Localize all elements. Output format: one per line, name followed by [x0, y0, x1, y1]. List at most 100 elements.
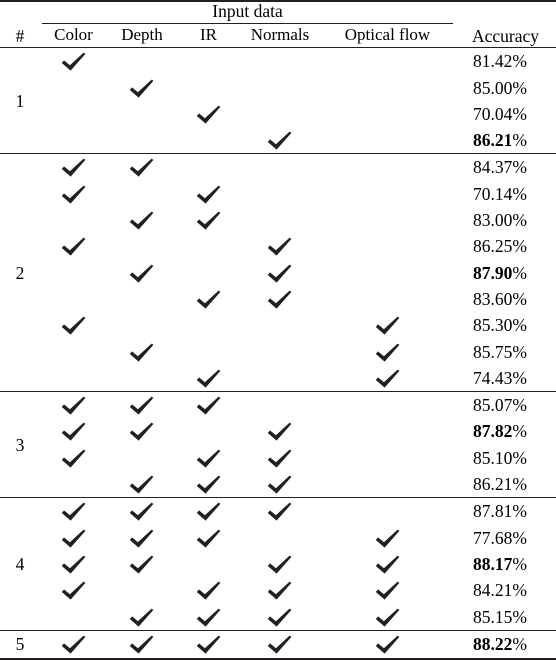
table-row: 87.90%	[0, 260, 556, 286]
table-row: 83.00%	[0, 207, 556, 233]
input-modality-cell	[240, 498, 320, 525]
input-modality-cell	[320, 525, 455, 551]
input-modality-cell	[40, 181, 107, 207]
input-modality-cell	[240, 101, 320, 127]
checkmark-icon	[375, 581, 401, 601]
input-modality-cell	[320, 286, 455, 312]
checkmark-icon	[61, 422, 87, 442]
input-modality-cell	[40, 75, 107, 101]
input-modality-cell	[320, 48, 455, 75]
checkmark-icon	[196, 635, 222, 655]
input-modality-cell	[240, 551, 320, 577]
input-modality-cell	[40, 471, 107, 498]
input-modality-cell	[177, 207, 240, 233]
table-row: 85.10%	[0, 445, 556, 471]
checkmark-icon	[61, 581, 87, 601]
input-modality-cell	[177, 498, 240, 525]
input-modality-cell	[40, 48, 107, 75]
input-modality-cell	[40, 233, 107, 259]
input-modality-cell	[107, 418, 177, 444]
accuracy-cell: 85.30%	[455, 312, 556, 338]
accuracy-value: 85.00	[473, 77, 513, 98]
input-modality-cell	[107, 75, 177, 101]
table-row: 4 87.81%	[0, 498, 556, 574]
accuracy-cell: 84.37%	[455, 154, 556, 181]
table-row: 87.82%	[0, 418, 556, 444]
percent-sign: %	[512, 130, 527, 151]
checkmark-icon	[196, 396, 222, 416]
checkmark-icon	[129, 158, 155, 178]
checkmark-icon	[267, 422, 293, 442]
input-modality-cell	[240, 604, 320, 631]
accuracy-value: 86.21	[473, 130, 513, 151]
accuracy-cell: 88.22%	[455, 630, 556, 659]
checkmark-icon	[196, 581, 222, 601]
checkmark-icon	[61, 316, 87, 336]
input-modality-cell	[107, 48, 177, 75]
input-modality-cell	[107, 471, 177, 498]
input-modality-cell	[177, 604, 240, 631]
input-modality-cell	[320, 365, 455, 392]
accuracy-cell: 74.43%	[455, 365, 556, 392]
input-modality-cell	[320, 418, 455, 444]
accuracy-value: 70.04	[473, 103, 513, 124]
checkmark-icon	[129, 422, 155, 442]
table-row: 70.04%	[0, 101, 556, 127]
input-modality-cell	[177, 471, 240, 498]
input-modality-cell	[40, 630, 107, 659]
input-modality-cell	[40, 445, 107, 471]
column-header-accuracy: Accuracy	[471, 25, 540, 46]
checkmark-icon	[61, 396, 87, 416]
checkmark-icon	[61, 158, 87, 178]
percent-sign: %	[512, 288, 527, 309]
checkmark-icon	[375, 316, 401, 336]
input-modality-cell	[320, 181, 455, 207]
percent-sign: %	[512, 367, 527, 388]
accuracy-value: 86.21	[473, 474, 513, 495]
input-modality-cell	[40, 286, 107, 312]
input-modality-cell	[240, 392, 320, 419]
checkmark-icon	[267, 237, 293, 257]
input-modality-cell	[177, 233, 240, 259]
input-modality-cell	[107, 339, 177, 365]
input-modality-cell	[320, 127, 455, 154]
table-row: 85.75%	[0, 339, 556, 365]
input-modality-cell	[240, 525, 320, 551]
checkmark-icon	[129, 635, 155, 655]
accuracy-value: 85.15	[473, 606, 513, 627]
input-modality-cell	[40, 312, 107, 338]
accuracy-cell: 85.75%	[455, 339, 556, 365]
accuracy-cell: 86.21%	[455, 471, 556, 498]
checkmark-icon	[61, 502, 87, 522]
table-row: 85.30%	[0, 312, 556, 338]
input-modality-cell	[40, 101, 107, 127]
input-modality-cell	[320, 154, 455, 181]
checkmark-icon	[196, 529, 222, 549]
checkmark-icon	[196, 475, 222, 495]
group-header-label: Input data	[212, 1, 283, 21]
input-modality-cell	[40, 525, 107, 551]
input-modality-cell	[240, 312, 320, 338]
percent-sign: %	[512, 527, 527, 548]
checkmark-icon	[267, 608, 293, 628]
table-row: 85.00%	[0, 75, 556, 101]
input-modality-cell	[107, 577, 177, 603]
accuracy-cell: 70.14%	[455, 181, 556, 207]
percent-sign: %	[512, 421, 527, 442]
input-modality-cell	[107, 260, 177, 286]
input-modality-cell	[177, 392, 240, 419]
accuracy-value: 85.75	[473, 341, 513, 362]
checkmark-icon	[196, 105, 222, 125]
percent-sign: %	[512, 553, 527, 574]
input-modality-cell	[177, 260, 240, 286]
group-number-cell: 3	[15, 434, 25, 455]
column-header-number: #	[15, 25, 25, 46]
table-row: 83.60%	[0, 286, 556, 312]
accuracy-value: 70.14	[473, 183, 513, 204]
input-modality-cell	[240, 48, 320, 75]
input-modality-cell	[320, 551, 455, 577]
table-row: 88.17%	[0, 551, 556, 577]
table-row: 86.21%	[0, 127, 556, 154]
accuracy-value: 87.82	[473, 421, 513, 442]
input-modality-cell	[107, 604, 177, 631]
